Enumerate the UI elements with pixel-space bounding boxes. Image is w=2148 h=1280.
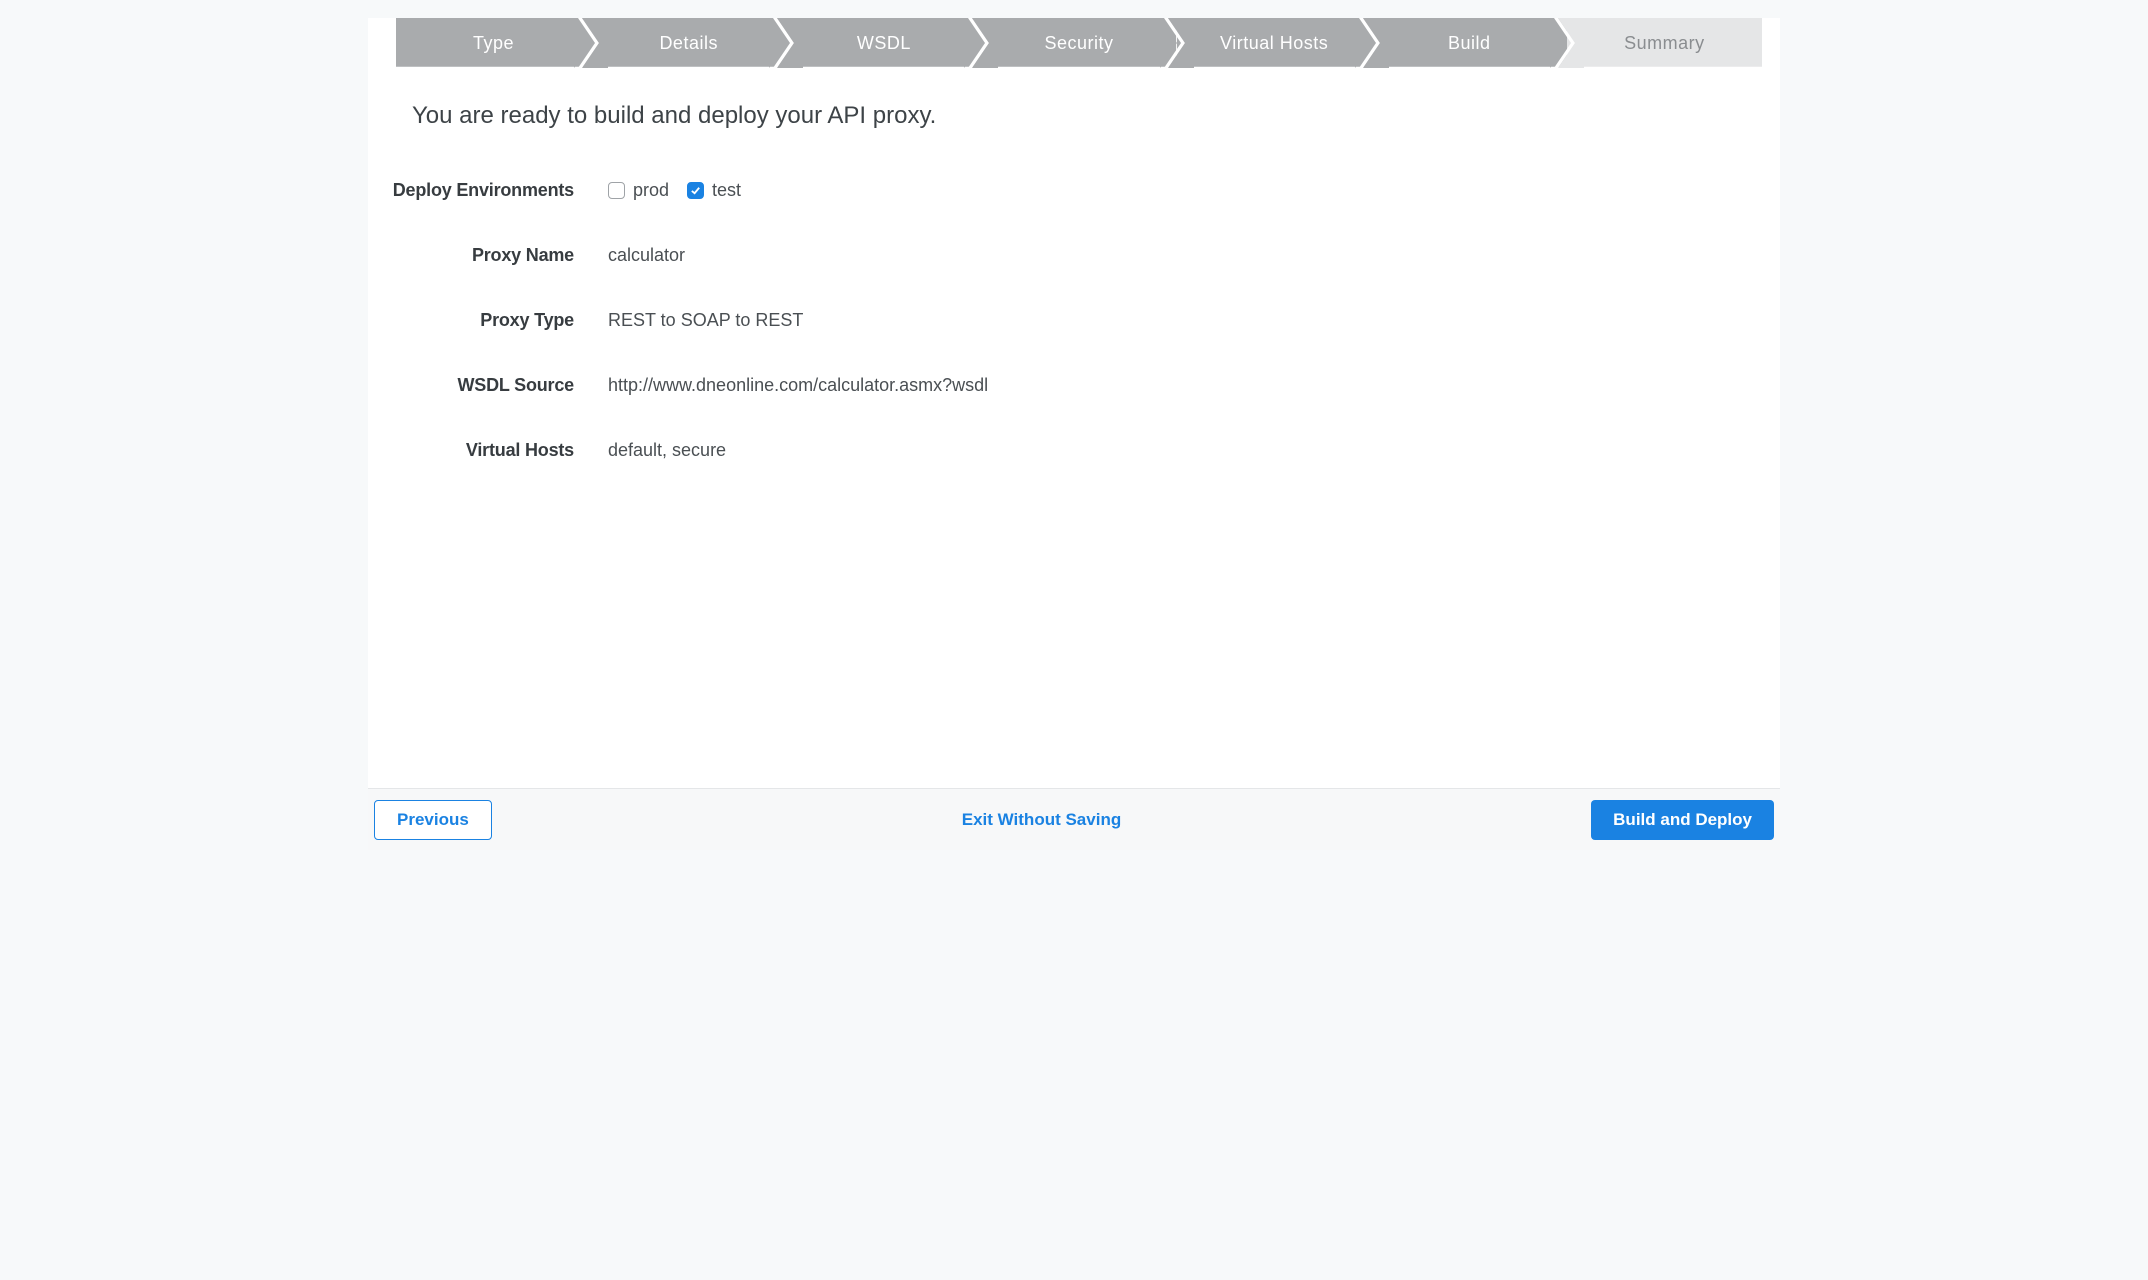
proxy-type-value: REST to SOAP to REST bbox=[608, 310, 803, 331]
proxy-type-label: Proxy Type bbox=[368, 310, 608, 331]
step-label: Type bbox=[473, 33, 514, 54]
summary-table: Deploy Environments prod test bbox=[368, 180, 1780, 461]
row-proxy-type: Proxy Type REST to SOAP to REST bbox=[368, 310, 1780, 331]
step-type[interactable]: Type bbox=[396, 18, 591, 68]
env-prod[interactable]: prod bbox=[608, 180, 669, 201]
env-prod-label: prod bbox=[633, 180, 669, 201]
exit-without-saving-button[interactable]: Exit Without Saving bbox=[940, 800, 1143, 840]
step-details[interactable]: Details bbox=[591, 18, 786, 68]
proxy-name-label: Proxy Name bbox=[368, 245, 608, 266]
page-heading: You are ready to build and deploy your A… bbox=[368, 68, 1780, 130]
step-wsdl[interactable]: WSDL bbox=[786, 18, 981, 68]
proxy-name-value: calculator bbox=[608, 245, 685, 266]
row-deploy-environments: Deploy Environments prod test bbox=[368, 180, 1780, 201]
deploy-environments-label: Deploy Environments bbox=[368, 180, 608, 201]
step-summary[interactable]: Summary bbox=[1567, 18, 1762, 68]
row-virtual-hosts: Virtual Hosts default, secure bbox=[368, 440, 1780, 461]
wsdl-source-label: WSDL Source bbox=[368, 375, 608, 396]
step-label: WSDL bbox=[857, 33, 911, 54]
step-virtual-hosts[interactable]: Virtual Hosts bbox=[1177, 18, 1372, 68]
checkbox-prod[interactable] bbox=[608, 182, 625, 199]
step-label: Virtual Hosts bbox=[1220, 33, 1328, 54]
virtual-hosts-label: Virtual Hosts bbox=[368, 440, 608, 461]
step-build[interactable]: Build bbox=[1372, 18, 1567, 68]
previous-button[interactable]: Previous bbox=[374, 800, 492, 840]
step-label: Build bbox=[1448, 33, 1491, 54]
env-test-label: test bbox=[712, 180, 741, 201]
wizard-stepper: Type Details WSDL Security Virtual Hosts bbox=[368, 18, 1780, 68]
step-label: Details bbox=[659, 33, 718, 54]
row-proxy-name: Proxy Name calculator bbox=[368, 245, 1780, 266]
step-security[interactable]: Security bbox=[981, 18, 1176, 68]
wizard-footer: Previous Exit Without Saving Build and D… bbox=[368, 788, 1780, 850]
wsdl-source-value: http://www.dneonline.com/calculator.asmx… bbox=[608, 375, 988, 396]
env-test[interactable]: test bbox=[687, 180, 741, 201]
virtual-hosts-value: default, secure bbox=[608, 440, 726, 461]
step-label: Security bbox=[1044, 33, 1113, 54]
row-wsdl-source: WSDL Source http://www.dneonline.com/cal… bbox=[368, 375, 1780, 396]
checkbox-test[interactable] bbox=[687, 182, 704, 199]
step-label: Summary bbox=[1624, 33, 1705, 54]
build-and-deploy-button[interactable]: Build and Deploy bbox=[1591, 800, 1774, 840]
